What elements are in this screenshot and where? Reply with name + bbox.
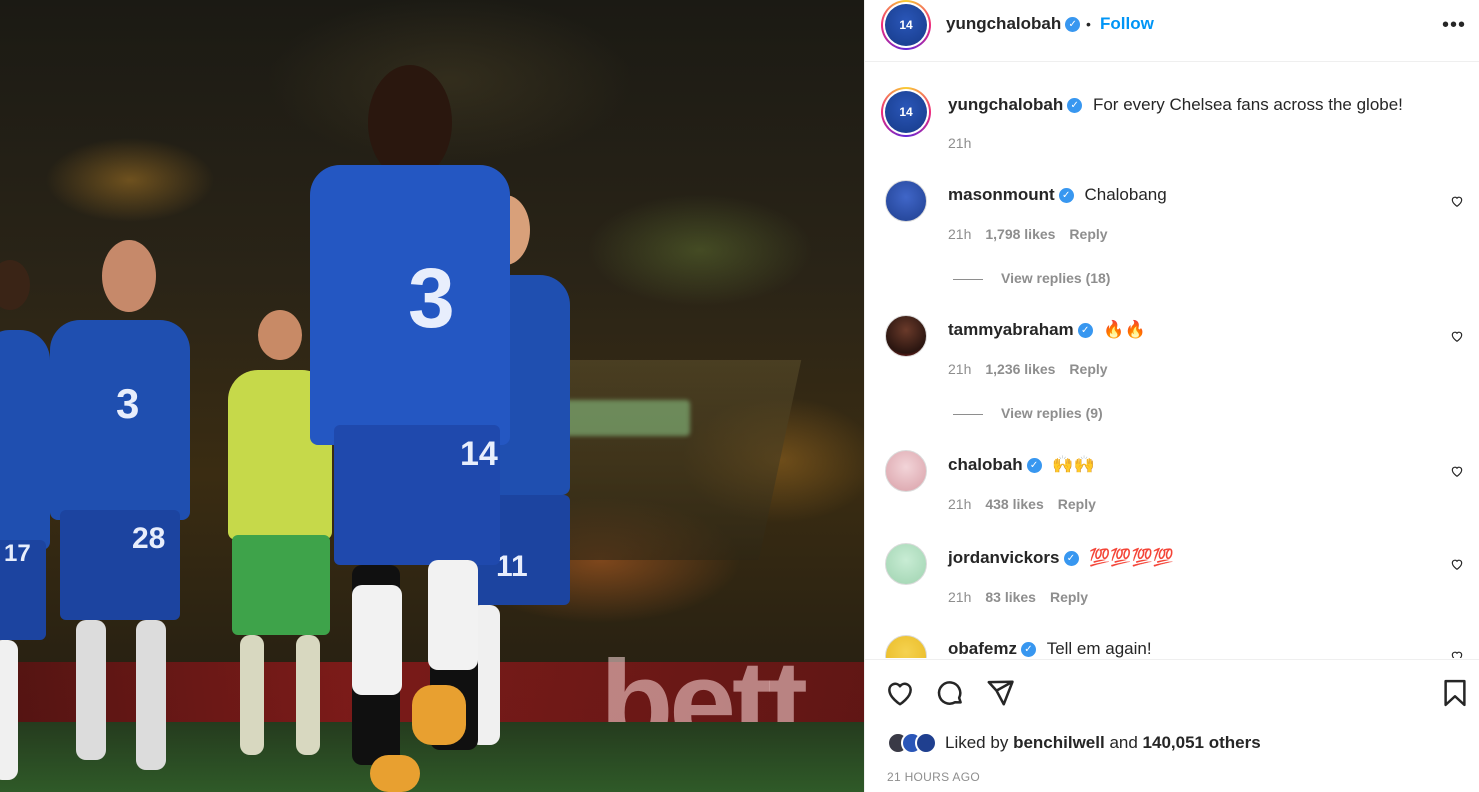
author-avatar-image: 14 bbox=[885, 4, 927, 46]
comment-heart-icon[interactable] bbox=[1450, 557, 1464, 571]
comment-heart-icon[interactable] bbox=[1450, 464, 1464, 478]
liked-by-user[interactable]: benchilwell bbox=[1013, 733, 1105, 752]
liked-by-text: Liked by benchilwell and 140,051 others bbox=[945, 733, 1261, 752]
reply-button[interactable]: Reply bbox=[1050, 589, 1088, 605]
verified-badge-icon: ✓ bbox=[1020, 642, 1036, 658]
post-header: 14 yungchalobah ✓ • Follow ••• bbox=[865, 0, 1479, 62]
comment-likes[interactable]: 1,798 likes bbox=[985, 226, 1055, 242]
bookmark-icon[interactable] bbox=[1440, 678, 1470, 708]
follow-button[interactable]: Follow bbox=[1100, 14, 1154, 34]
post-timestamp[interactable]: 21 HOURS AGO bbox=[887, 770, 980, 784]
comment-meta: 21h 1,236 likes Reply bbox=[948, 361, 1122, 377]
caption-text: For every Chelsea fans across the globe! bbox=[1092, 95, 1403, 114]
comment-username[interactable]: jordanvickors bbox=[948, 548, 1060, 567]
reply-button[interactable]: Reply bbox=[1069, 361, 1107, 377]
caption-time: 21h bbox=[948, 135, 972, 151]
paper-plane-icon[interactable] bbox=[985, 678, 1015, 708]
view-replies-button[interactable]: View replies (9) bbox=[953, 405, 1103, 421]
comment-text: Tell em again! bbox=[1046, 639, 1152, 658]
comment-avatar[interactable] bbox=[885, 543, 927, 585]
comments-list[interactable]: 14 yungchalobah ✓ For every Chelsea fans … bbox=[865, 63, 1479, 658]
liker-avatar bbox=[915, 732, 937, 754]
comment-likes[interactable]: 438 likes bbox=[985, 496, 1043, 512]
comment-meta: 21h 1,798 likes Reply bbox=[948, 226, 1122, 242]
comment-avatar[interactable] bbox=[885, 180, 927, 222]
verified-badge-icon: ✓ bbox=[1058, 188, 1074, 204]
comment-text: 💯💯💯💯 bbox=[1089, 548, 1174, 567]
comment-username[interactable]: masonmount bbox=[948, 185, 1055, 204]
comment-heart-icon[interactable] bbox=[1450, 194, 1464, 208]
more-options-icon[interactable]: ••• bbox=[1442, 14, 1466, 37]
liked-by[interactable]: Liked by benchilwell and 140,051 others bbox=[887, 732, 1261, 754]
reply-button[interactable]: Reply bbox=[1069, 226, 1107, 242]
comment-time: 21h bbox=[948, 361, 972, 377]
verified-badge-icon: ✓ bbox=[1065, 17, 1081, 33]
comment-avatar[interactable] bbox=[885, 635, 927, 658]
player-left: 3 28 bbox=[30, 240, 200, 780]
heart-icon[interactable] bbox=[885, 678, 915, 708]
comment-avatar[interactable] bbox=[885, 315, 927, 357]
comment-text: 🙌🙌 bbox=[1052, 455, 1095, 474]
comment-likes[interactable]: 83 likes bbox=[985, 589, 1036, 605]
comment-username[interactable]: obafemz bbox=[948, 639, 1017, 658]
comment-text-line: masonmount ✓ Chalobang bbox=[948, 185, 1167, 205]
comment-text-line: tammyabraham ✓ 🔥🔥 bbox=[948, 320, 1146, 340]
author-username[interactable]: yungchalobah bbox=[946, 14, 1061, 33]
caption-text-line: yungchalobah ✓ For every Chelsea fans acr… bbox=[948, 95, 1403, 115]
post-photo[interactable]: bett 17 3 28 11 3 14 bbox=[0, 0, 864, 792]
author-avatar[interactable]: 14 bbox=[881, 0, 931, 50]
comment-bubble-icon[interactable] bbox=[935, 678, 965, 708]
liked-others-count[interactable]: 140,051 others bbox=[1143, 733, 1261, 752]
verified-badge-icon: ✓ bbox=[1077, 323, 1093, 339]
comment-heart-icon[interactable] bbox=[1450, 329, 1464, 343]
caption-avatar-image: 14 bbox=[885, 91, 927, 133]
view-replies-button[interactable]: View replies (18) bbox=[953, 270, 1110, 286]
verified-badge-icon: ✓ bbox=[1026, 458, 1042, 474]
comment-meta: 21h 438 likes Reply bbox=[948, 496, 1110, 512]
reply-button[interactable]: Reply bbox=[1058, 496, 1096, 512]
post-actions: Liked by benchilwell and 140,051 others … bbox=[865, 659, 1479, 792]
verified-badge-icon: ✓ bbox=[1067, 98, 1083, 114]
comment-text: 🔥🔥 bbox=[1103, 320, 1146, 339]
comment-avatar[interactable] bbox=[885, 450, 927, 492]
caption-username[interactable]: yungchalobah bbox=[948, 95, 1063, 114]
comment-text-line: jordanvickors ✓ 💯💯💯💯 bbox=[948, 548, 1174, 568]
comment-time: 21h bbox=[948, 226, 972, 242]
verified-badge-icon: ✓ bbox=[1063, 551, 1079, 567]
separator-dot: • bbox=[1086, 16, 1091, 32]
comment-meta: 21h 83 likes Reply bbox=[948, 589, 1102, 605]
comment-text: Chalobang bbox=[1084, 185, 1167, 204]
comment-time: 21h bbox=[948, 496, 972, 512]
player-main-celebrating: 3 14 bbox=[300, 65, 530, 792]
comment-text-line: chalobah ✓ 🙌🙌 bbox=[948, 455, 1095, 475]
post-sidebar: 14 yungchalobah ✓ • Follow ••• 14 yungcha… bbox=[864, 0, 1479, 792]
comment-username[interactable]: tammyabraham bbox=[948, 320, 1074, 339]
caption-avatar[interactable]: 14 bbox=[881, 87, 931, 137]
author-username-container: yungchalobah ✓ bbox=[946, 14, 1081, 34]
comment-username[interactable]: chalobah bbox=[948, 455, 1023, 474]
comment-heart-icon[interactable] bbox=[1450, 649, 1464, 658]
comment-likes[interactable]: 1,236 likes bbox=[985, 361, 1055, 377]
comment-text-line: obafemz ✓ Tell em again! bbox=[948, 639, 1152, 658]
comment-time: 21h bbox=[948, 589, 972, 605]
